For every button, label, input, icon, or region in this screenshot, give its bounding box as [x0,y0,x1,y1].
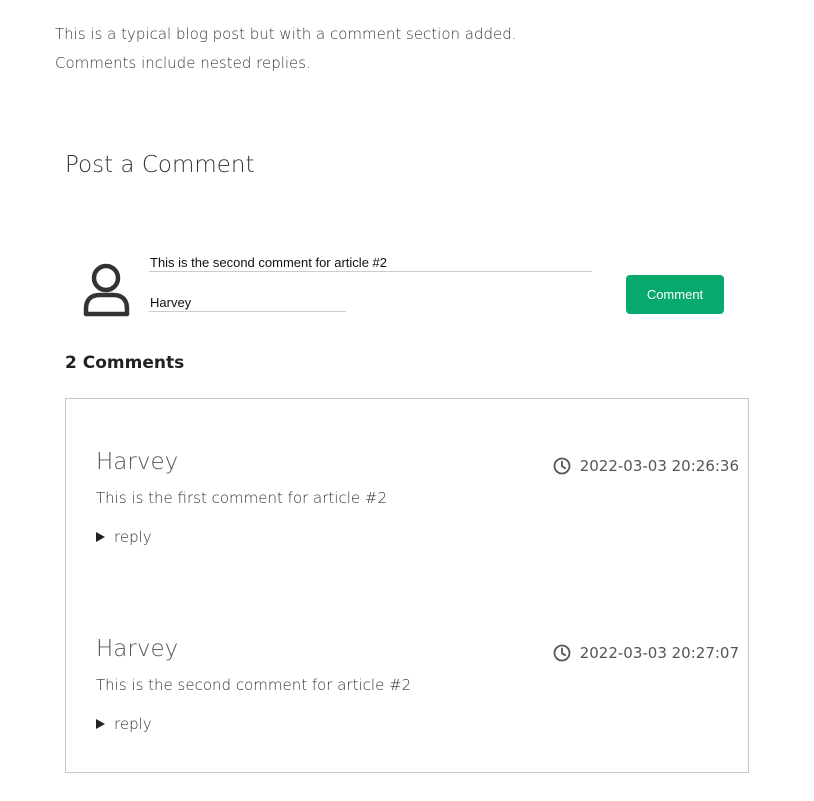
reply-toggle[interactable]: reply [96,715,152,733]
comment-submit-button[interactable]: Comment [626,275,724,314]
comment-text: This is the second comment for article #… [96,676,412,694]
post-intro-line: This is a typical blog post but with a c… [55,25,517,43]
comment-timestamp-text: 2022-03-03 20:26:36 [579,457,739,475]
reply-toggle[interactable]: reply [96,528,152,546]
post-body: This is a typical blog post but with a c… [55,20,517,78]
reply-label: reply [114,715,152,733]
name-input[interactable] [149,294,346,312]
comment-timestamp: 2022-03-03 20:27:07 [553,644,739,662]
comments-list: Harvey 2022-03-03 20:26:36 This is the f… [65,398,749,773]
comment-item: Harvey 2022-03-03 20:26:36 This is the f… [96,449,739,559]
reply-label: reply [114,528,152,546]
clock-icon [553,457,571,475]
comments-count-heading: 2 Comments [65,353,185,373]
user-avatar-icon [83,263,130,317]
post-comment-title: Post a Comment [65,152,255,178]
comment-text: This is the first comment for article #2 [96,489,387,507]
comment-item: Harvey 2022-03-03 20:27:07 This is the s… [96,636,739,746]
post-intro-line: Comments include nested replies. [55,54,311,72]
comment-input[interactable] [149,254,592,272]
caret-right-icon [96,532,105,542]
comment-author: Harvey [96,449,179,475]
clock-icon [553,644,571,662]
comment-author: Harvey [96,636,179,662]
comment-timestamp: 2022-03-03 20:26:36 [553,457,739,475]
comment-timestamp-text: 2022-03-03 20:27:07 [579,644,739,662]
caret-right-icon [96,719,105,729]
